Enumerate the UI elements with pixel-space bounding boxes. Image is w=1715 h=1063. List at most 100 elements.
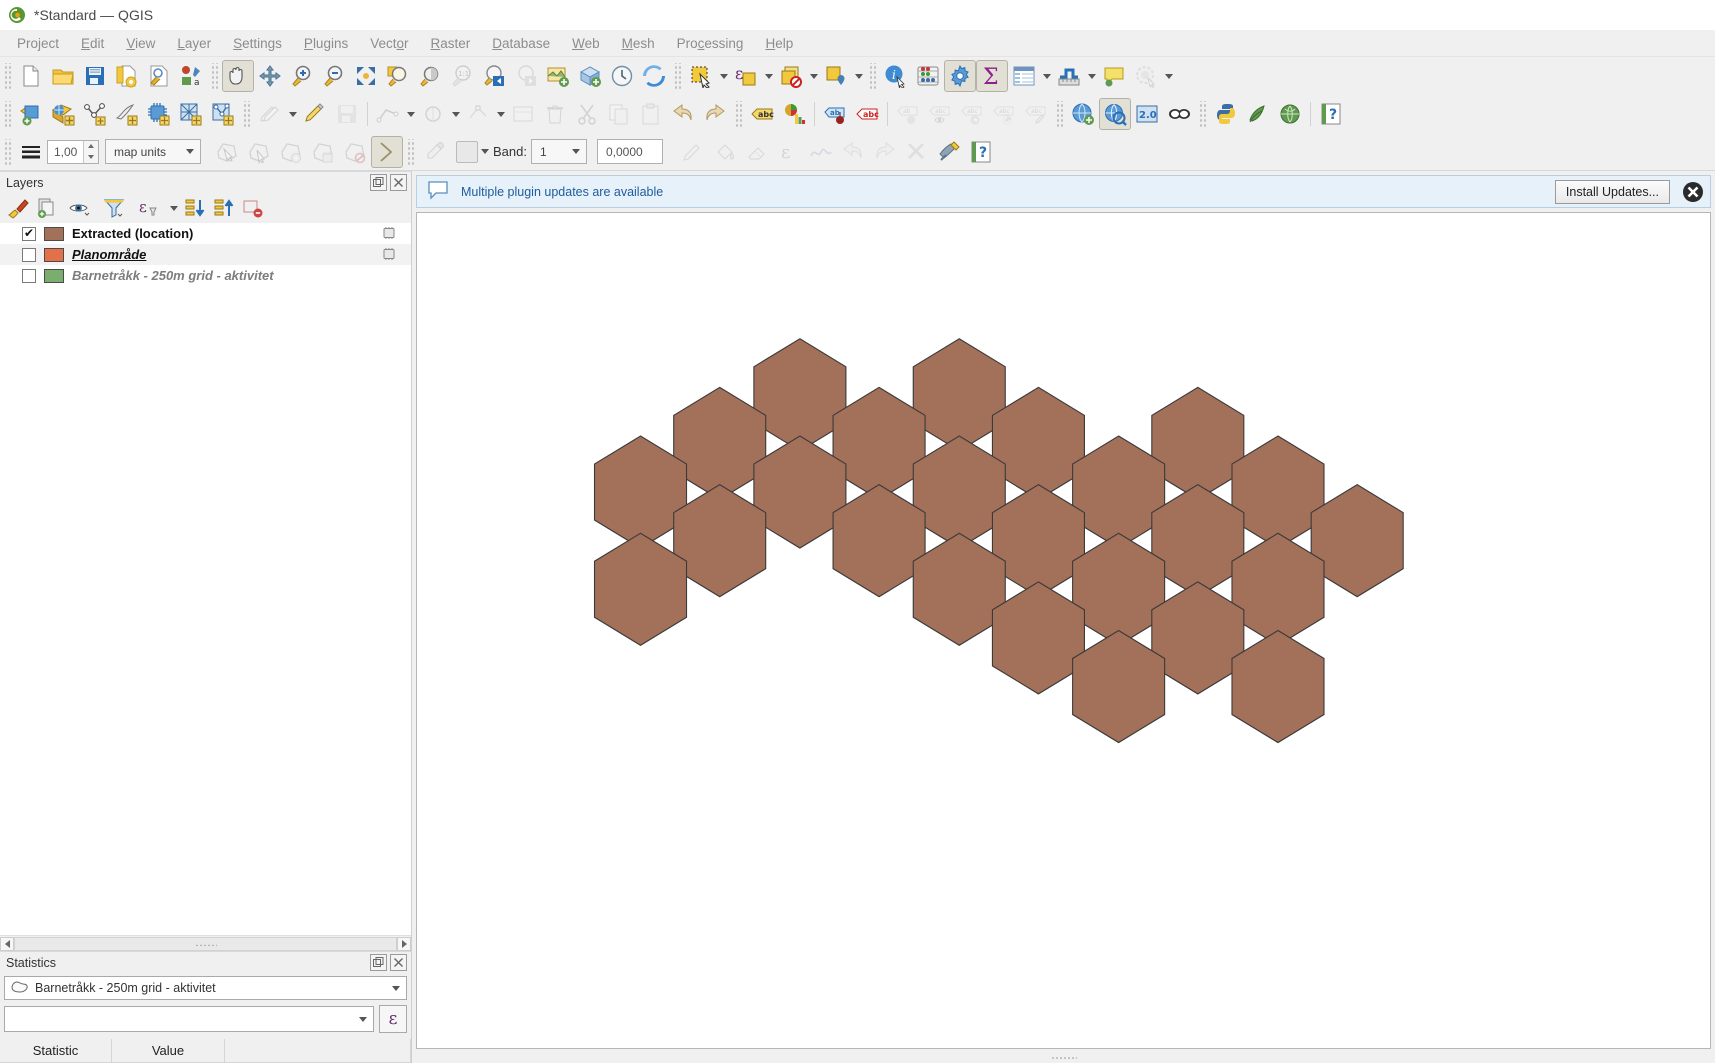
toolbar-grip-serval2[interactable] [406, 138, 415, 165]
hexagon-feature[interactable] [1151, 581, 1245, 695]
save-project-button[interactable] [79, 60, 111, 92]
change-label-button[interactable]: abc [956, 98, 988, 130]
close-statistics-panel-icon[interactable] [390, 954, 407, 971]
hexagon-feature[interactable] [1151, 483, 1245, 598]
add-wms-layer-button[interactable] [175, 98, 207, 130]
filter-legend-caret[interactable] [167, 192, 180, 224]
run-feature-action-button[interactable] [1130, 60, 1162, 92]
plugin-manager-button[interactable] [1242, 98, 1274, 130]
menu-view[interactable]: View [115, 32, 166, 55]
layer-row-barnetrakk[interactable]: Barnetråkk - 250m grid - aktivitet [0, 265, 411, 286]
select-value-button[interactable] [820, 60, 852, 92]
select-shape-button[interactable] [211, 136, 243, 168]
menu-plugins[interactable]: Plugins [293, 32, 359, 55]
reshape-features-button[interactable] [371, 135, 403, 168]
hexagon-feature[interactable] [673, 386, 767, 501]
layer-row-planomrade[interactable]: Planområde [0, 244, 411, 265]
run-feature-action-caret[interactable] [1162, 60, 1175, 92]
zoom-native-button[interactable]: 1:1 [446, 60, 478, 92]
line-width-spin-arrows[interactable] [83, 140, 98, 163]
add-group-icon[interactable] [33, 195, 61, 221]
attribute-table-caret[interactable] [1040, 60, 1053, 92]
toolbar-grip-nav[interactable] [210, 63, 219, 89]
layer-visibility-checkbox-planomrade[interactable] [22, 247, 36, 262]
band-combobox[interactable]: 1 [530, 139, 587, 164]
paste-features-button[interactable] [635, 98, 667, 130]
hexagon-feature[interactable] [753, 435, 847, 549]
serval-eraser-button[interactable] [741, 136, 773, 168]
line-width-spinbox[interactable]: 1,00 [47, 139, 99, 164]
hexagon-feature[interactable] [1151, 386, 1245, 501]
hexagon-feature[interactable] [1072, 532, 1166, 646]
menu-web[interactable]: Web [561, 32, 611, 55]
hexagon-feature[interactable] [1310, 483, 1404, 598]
select-by-expression-button[interactable]: ε [730, 60, 762, 92]
serval-fill-button[interactable] [709, 136, 741, 168]
add-delimited-text-layer-button[interactable] [79, 98, 111, 130]
help-contents-button[interactable]: ? [1315, 98, 1347, 130]
toolbar-grip-serval[interactable] [3, 138, 12, 165]
vertex-tool-caret[interactable] [494, 98, 507, 130]
current-edits-button[interactable] [254, 98, 286, 130]
current-edits-caret[interactable] [286, 98, 299, 130]
color-picker-button[interactable] [418, 136, 450, 168]
menu-layer[interactable]: Layer [166, 32, 222, 55]
hexagon-feature[interactable] [1231, 532, 1325, 646]
add-virtual-layer-button[interactable] [207, 98, 239, 130]
serval-expression-button[interactable]: ε [773, 136, 805, 168]
cell-value-field[interactable]: 0,0000 [596, 139, 663, 164]
statistics-layer-combobox[interactable]: Barnetråkk - 250m grid - aktivitet [4, 976, 407, 1000]
spin-down-icon[interactable] [84, 152, 98, 163]
pan-to-selection-button[interactable] [254, 60, 286, 92]
hexagon-feature[interactable] [912, 338, 1006, 452]
serval-help-button[interactable]: ? [965, 136, 997, 168]
label-button[interactable]: abc [746, 98, 778, 130]
layer-visibility-checkbox-barnetrakk[interactable] [22, 268, 36, 283]
add-raster-layer-button[interactable] [47, 98, 79, 130]
zoom-last-button[interactable] [478, 60, 510, 92]
layer-row-extracted[interactable]: Extracted (location) [0, 223, 411, 244]
layer-visibility-checkbox-extracted[interactable] [22, 226, 36, 241]
zoom-to-layer-button[interactable] [414, 60, 446, 92]
add-vector-layer-button[interactable] [15, 98, 47, 130]
hexagon-feature[interactable] [991, 386, 1085, 501]
edit-label-button[interactable]: abc [1020, 98, 1052, 130]
statistical-summary-button[interactable] [912, 60, 944, 92]
delete-ring-button[interactable] [339, 136, 371, 168]
identify-features-button[interactable]: i [880, 60, 912, 92]
hexagon-feature[interactable] [832, 483, 926, 598]
new-print-layout-button[interactable] [111, 60, 143, 92]
map-tips-button[interactable] [1098, 60, 1130, 92]
hexagon-feature[interactable] [991, 483, 1085, 598]
filter-legend-icon[interactable] [97, 195, 131, 221]
add-mesh-layer-button[interactable] [111, 98, 143, 130]
temporal-controller-button[interactable] [606, 60, 638, 92]
zoom-to-selection-button[interactable] [382, 60, 414, 92]
add-postgis-layer-button[interactable] [143, 98, 175, 130]
add-circle-feature-button[interactable] [417, 98, 449, 130]
menu-edit[interactable]: Edit [70, 32, 115, 55]
processing-toolbox-button[interactable] [944, 60, 976, 92]
select-features-caret[interactable] [717, 60, 730, 92]
serval-settings-button[interactable] [933, 136, 965, 168]
menu-project[interactable]: Project [6, 32, 70, 55]
float-panel-icon[interactable] [370, 174, 387, 191]
deselect-features-caret[interactable] [807, 60, 820, 92]
color-swatch-button[interactable] [456, 140, 478, 163]
openlayers-plugin-button[interactable] [1163, 98, 1195, 130]
digitize-width-icon[interactable] [15, 136, 47, 168]
close-panel-icon[interactable] [390, 174, 407, 191]
show-hide-labels-button[interactable]: abc [924, 98, 956, 130]
hexagon-feature[interactable] [593, 532, 688, 646]
hexagon-feature[interactable] [1072, 435, 1166, 549]
select-features-button[interactable] [685, 60, 717, 92]
diagram-button[interactable] [778, 98, 810, 130]
manage-layer-visibility-icon[interactable] [62, 195, 96, 221]
close-message-icon[interactable] [1682, 181, 1704, 203]
qgis2web-button[interactable]: 2.0 [1131, 98, 1163, 130]
metasearch-button[interactable] [1067, 98, 1099, 130]
toolbar-grip-digit[interactable] [242, 101, 251, 127]
save-layer-edits-button[interactable] [331, 98, 363, 130]
hexagon-feature[interactable] [1072, 629, 1166, 744]
map-canvas[interactable] [416, 212, 1711, 1049]
